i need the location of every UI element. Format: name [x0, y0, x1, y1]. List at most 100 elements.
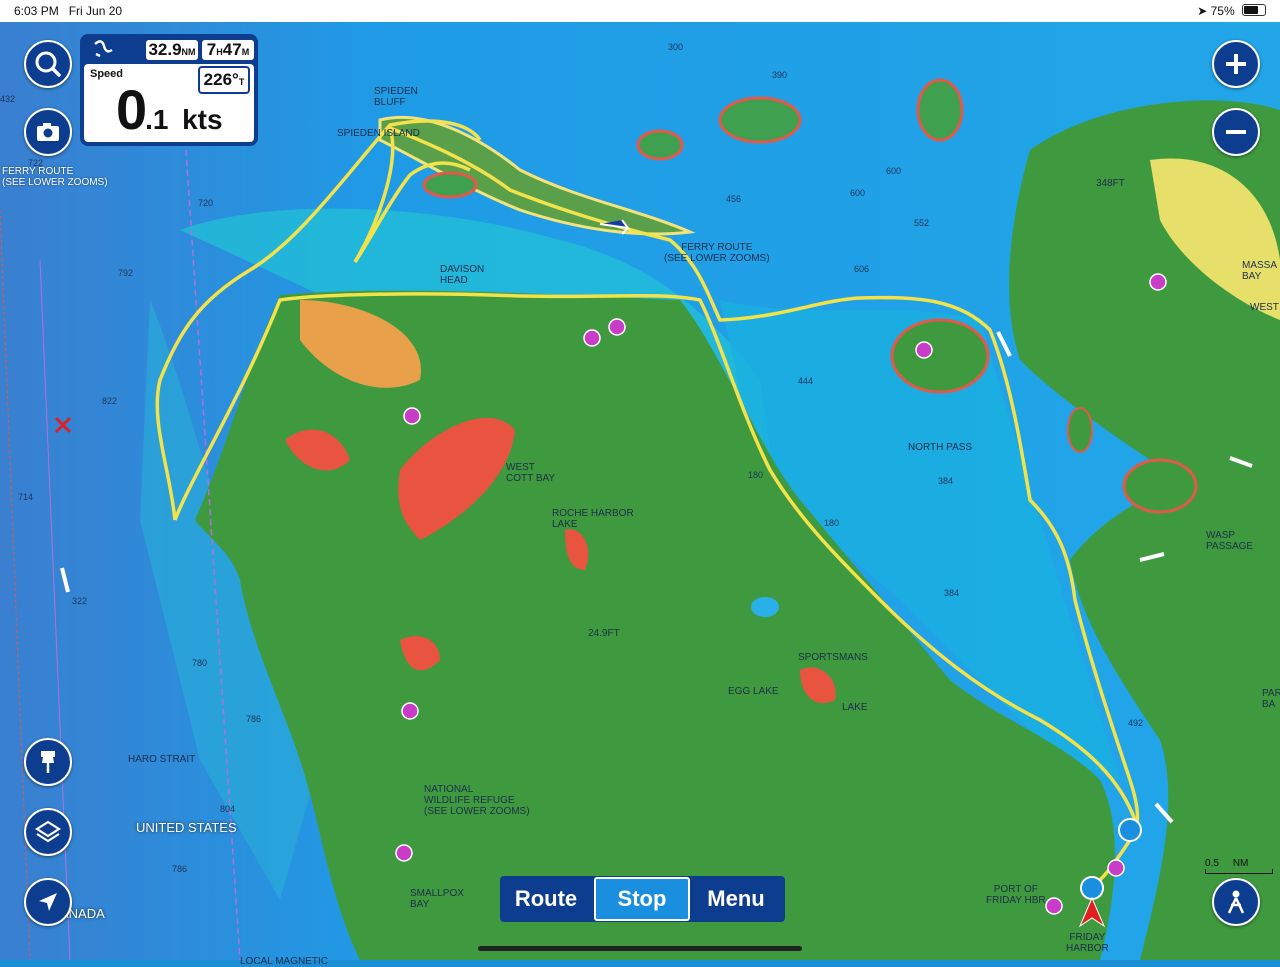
bottom-menu: Route Stop Menu — [500, 876, 785, 922]
label-west-cott-bay: WEST COTT BAY — [506, 462, 556, 484]
label-ferry-route-mid: FERRY ROUTE (SEE LOWER ZOOMS) — [664, 242, 770, 264]
label-port-of-friday: PORT OF FRIDAY HBR — [986, 884, 1046, 906]
label-friday-harbor: FRIDAY HARBOR — [1066, 932, 1109, 954]
depth-sounding: 492 — [1128, 718, 1144, 728]
depth-sounding: 180 — [748, 470, 764, 480]
minus-icon — [1226, 130, 1246, 134]
depth-sounding: 384 — [944, 588, 960, 598]
label-sportsmans: SPORTSMANS — [798, 652, 868, 663]
depth-sounding: 552 — [914, 218, 930, 228]
label-smallpox-bay: SMALLPOX BAY — [410, 888, 464, 910]
battery-percent: 75% — [1210, 4, 1235, 18]
sportsmans-lake — [751, 597, 779, 617]
pin-icon — [41, 751, 55, 773]
marina-marker — [395, 844, 413, 862]
north-pass-island — [890, 318, 990, 394]
depth-sounding: 444 — [798, 376, 814, 386]
depth-sounding: 600 — [886, 166, 902, 176]
depth-sounding: 384 — [938, 476, 954, 486]
label-local-magnetic: LOCAL MAGNETIC — [240, 956, 328, 967]
search-button[interactable] — [24, 40, 72, 88]
depth-sounding: 300 — [668, 42, 684, 52]
islet — [916, 78, 964, 142]
camera-icon — [37, 123, 59, 141]
person-icon — [1227, 890, 1245, 914]
depth-sounding: 804 — [220, 804, 236, 814]
battery-level — [1244, 6, 1258, 14]
depth-sounding: 456 — [726, 194, 742, 204]
chart-map[interactable]: SPIEDEN BLUFF SPIEDEN ISLAND FERRY ROUTE… — [0, 22, 1280, 967]
camera-button[interactable] — [24, 108, 72, 156]
label-north-pass: NORTH PASS — [908, 442, 973, 453]
label-haro-strait: HARO STRAIT — [128, 754, 196, 765]
time-remaining: 7H47M — [202, 40, 254, 60]
marina-marker — [1149, 273, 1167, 291]
layers-button[interactable] — [24, 808, 72, 856]
zoom-out-button[interactable] — [1212, 108, 1260, 156]
depth-sounding: 822 — [102, 396, 118, 406]
depth-sounding: 786 — [172, 864, 188, 874]
pin-button[interactable] — [24, 738, 72, 786]
small-island — [1122, 458, 1198, 514]
label-park: PAR BA — [1262, 688, 1280, 710]
marina-marker — [401, 702, 419, 720]
locate-button[interactable] — [24, 878, 72, 926]
route-button[interactable]: Route — [500, 879, 592, 919]
depth-sounding: 780 — [192, 658, 208, 668]
depth-sounding: 792 — [118, 268, 134, 278]
marina-marker — [403, 407, 421, 425]
label-spieden-island: SPIEDEN ISLAND — [337, 128, 420, 139]
label-egg-lake: EGG LAKE — [728, 686, 779, 697]
depth-sounding: 180 — [824, 518, 840, 528]
marina-marker — [915, 341, 933, 359]
label-united-states: UNITED STATES — [136, 820, 237, 835]
label-davison-head: DAVISON HEAD — [440, 264, 485, 286]
depth-sounding: 322 — [72, 596, 88, 606]
menu-button[interactable]: Menu — [690, 879, 782, 919]
marina-marker — [583, 329, 601, 347]
scale-bar — [1205, 869, 1273, 874]
status-bar: 6:03 PM Fri Jun 20 ➤ 75% — [0, 0, 1280, 22]
label-roche-harbor-lake: ROCHE HARBOR LAKE — [552, 508, 634, 530]
waypoint-pin — [1080, 876, 1104, 900]
small-island — [1067, 407, 1093, 453]
layers-icon — [34, 820, 62, 843]
depth-sounding: 786 — [246, 714, 262, 724]
person-button[interactable] — [1212, 878, 1260, 926]
battery-icon — [1242, 4, 1266, 16]
status-right: ➤ 75% — [1197, 4, 1266, 18]
zoom-in-button[interactable] — [1212, 40, 1260, 88]
marina-marker — [1107, 859, 1125, 877]
depth-sounding: 720 — [198, 198, 214, 208]
nav-info-panel[interactable]: 32.9NM 7H47M Speed 0.1 kts 226°T — [80, 34, 258, 146]
label-elev-348: 348FT — [1096, 178, 1125, 189]
map-scale: 0.5 NM — [1205, 858, 1273, 874]
label-wasp-passage: WASP PASSAGE — [1206, 530, 1254, 552]
home-indicator[interactable] — [478, 946, 802, 951]
islet — [636, 129, 684, 161]
location-arrow-icon — [39, 893, 57, 911]
label-nwr: NATIONAL WILDLIFE REFUGE (SEE LOWER ZOOM… — [424, 784, 530, 817]
marina-marker — [1045, 897, 1063, 915]
depth-sounding: 714 — [18, 492, 34, 502]
label-lake: LAKE — [842, 702, 868, 713]
label-ferry-route-left: FERRY ROUTE (SEE LOWER ZOOMS) — [2, 166, 108, 188]
depth-sounding: 600 — [850, 188, 866, 198]
speed-panel: Speed 0.1 kts 226°T — [84, 64, 254, 142]
route-icon — [92, 38, 114, 60]
depth-sounding: 606 — [854, 264, 870, 274]
depth-sounding: 722 — [28, 158, 44, 168]
search-icon — [35, 51, 61, 77]
heading-value: 226°T — [198, 66, 250, 94]
islet — [718, 96, 802, 144]
status-clock: 6:03 PM Fri Jun 20 — [14, 4, 123, 18]
islet — [422, 171, 478, 199]
depth-sounding: 390 — [772, 70, 788, 80]
label-spieden-bluff: SPIEDEN BLUFF — [374, 86, 418, 108]
plus-icon — [1226, 54, 1246, 74]
stop-button[interactable]: Stop — [594, 877, 690, 921]
label-elev-249: 24.9FT — [588, 628, 620, 639]
location-status-icon: ➤ — [1197, 4, 1208, 18]
label-massacre-bay: MASSA BAY — [1242, 260, 1278, 282]
waypoint-pin — [1118, 818, 1142, 842]
